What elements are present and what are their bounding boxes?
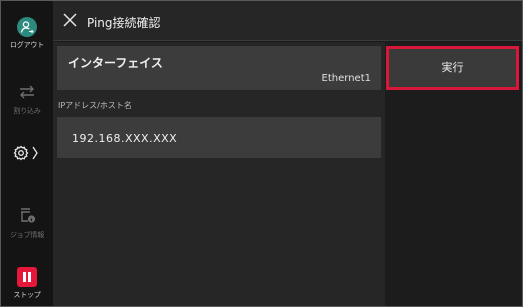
job-info-button[interactable]: ジョブ情報 bbox=[1, 205, 53, 240]
header-bar: Ping接続確認 bbox=[53, 1, 522, 41]
interrupt-label: 割り込み bbox=[13, 107, 41, 115]
logout-icon bbox=[17, 17, 37, 37]
page-title: Ping接続確認 bbox=[87, 16, 161, 30]
interface-value: Ethernet1 bbox=[321, 73, 371, 84]
job-info-icon bbox=[21, 208, 36, 223]
interface-selector[interactable]: インターフェイス Ethernet1 bbox=[57, 46, 381, 90]
gear-icon bbox=[13, 145, 38, 161]
logout-label: ログアウト bbox=[10, 41, 44, 49]
interrupt-icon bbox=[20, 85, 34, 99]
stop-label: ストップ bbox=[13, 291, 41, 299]
logout-button[interactable]: ログアウト bbox=[1, 17, 53, 50]
job-info-label: ジョブ情報 bbox=[10, 231, 44, 239]
stop-icon bbox=[17, 267, 37, 287]
ip-address-value: 192.168.XXX.XXX bbox=[72, 132, 178, 145]
main-panel: インターフェイス Ethernet1 IPアドレス/ホスト名 192.168.X… bbox=[53, 42, 385, 306]
ip-address-field[interactable]: 192.168.XXX.XXX bbox=[57, 117, 381, 158]
sidebar: ログアウト 割り込み ジョブ情報 ストップ bbox=[1, 1, 53, 306]
close-icon[interactable] bbox=[62, 12, 78, 28]
interrupt-button[interactable]: 割り込み bbox=[1, 83, 53, 116]
execute-button[interactable]: 実行 bbox=[386, 46, 519, 90]
stop-button[interactable]: ストップ bbox=[1, 267, 53, 300]
settings-button[interactable] bbox=[1, 144, 53, 162]
chevron-right-icon bbox=[32, 146, 38, 160]
ip-field-label: IPアドレス/ホスト名 bbox=[58, 101, 132, 110]
interface-label: インターフェイス bbox=[68, 56, 163, 70]
